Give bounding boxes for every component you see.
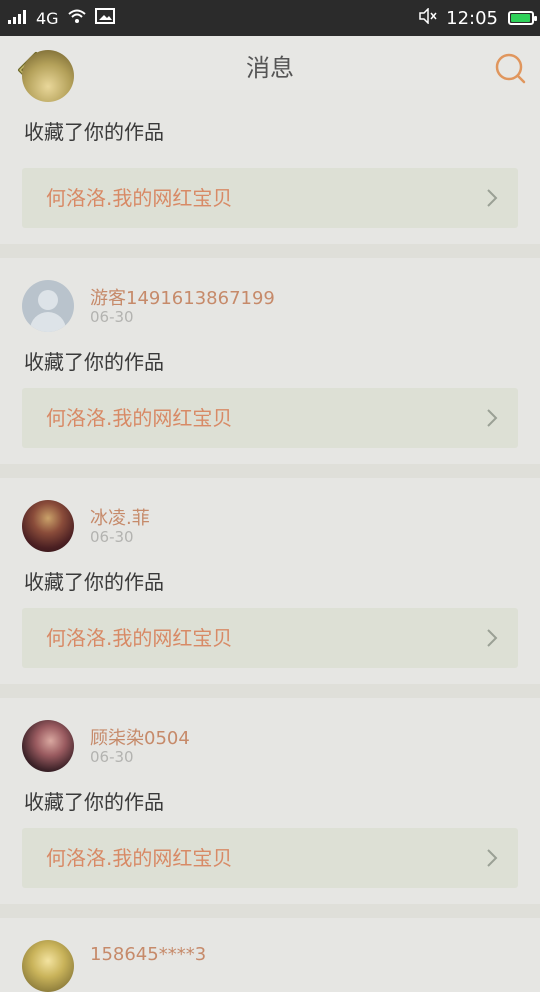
work-title: 何洛洛.我的网红宝贝 xyxy=(46,186,233,210)
work-title: 何洛洛.我的网红宝贝 xyxy=(46,626,233,650)
message-item[interactable]: 收藏了你的作品 何洛洛.我的网红宝贝 xyxy=(0,50,540,240)
message-action: 收藏了你的作品 xyxy=(24,120,164,144)
message-item[interactable]: 顾柒染0504 06-30 收藏了你的作品 何洛洛.我的网红宝贝 xyxy=(0,698,540,904)
avatar[interactable] xyxy=(22,720,74,772)
chevron-right-icon xyxy=(487,409,498,427)
divider xyxy=(0,684,540,698)
username[interactable]: 冰凌.菲 xyxy=(90,504,150,530)
status-left: 4G xyxy=(8,8,115,28)
battery-icon xyxy=(508,11,537,25)
message-action: 收藏了你的作品 xyxy=(24,790,164,814)
status-right: 12:05 xyxy=(418,7,537,29)
status-bar: 4G 12:05 xyxy=(0,0,540,36)
username[interactable]: 游客1491613867199 xyxy=(90,284,275,310)
wifi-icon xyxy=(67,8,87,28)
network-type: 4G xyxy=(36,8,59,28)
message-date: 06-30 xyxy=(90,528,134,546)
signal-icon xyxy=(8,9,28,28)
avatar xyxy=(22,50,74,102)
chevron-right-icon xyxy=(487,849,498,867)
message-action: 收藏了你的作品 xyxy=(24,570,164,594)
work-title: 何洛洛.我的网红宝贝 xyxy=(46,406,233,430)
message-date: 06-30 xyxy=(90,748,134,766)
mute-icon xyxy=(418,7,438,28)
work-title: 何洛洛.我的网红宝贝 xyxy=(46,846,233,870)
username[interactable]: 158645****3 xyxy=(90,944,206,965)
clock: 12:05 xyxy=(446,7,498,29)
avatar[interactable] xyxy=(22,280,74,332)
message-item[interactable]: 冰凌.菲 06-30 收藏了你的作品 何洛洛.我的网红宝贝 xyxy=(0,478,540,684)
image-notification-icon xyxy=(94,8,115,28)
message-item[interactable]: 游客1491613867199 06-30 收藏了你的作品 何洛洛.我的网红宝贝 xyxy=(0,258,540,464)
divider xyxy=(0,244,540,258)
search-icon xyxy=(495,53,526,84)
divider xyxy=(0,904,540,918)
message-date: 06-30 xyxy=(90,308,134,326)
divider xyxy=(0,464,540,478)
chevron-right-icon xyxy=(487,189,498,207)
username[interactable]: 顾柒染0504 xyxy=(90,724,190,750)
work-link[interactable]: 何洛洛.我的网红宝贝 xyxy=(22,388,518,448)
avatar[interactable] xyxy=(22,940,74,992)
chevron-right-icon xyxy=(487,629,498,647)
avatar[interactable] xyxy=(22,500,74,552)
search-button[interactable] xyxy=(492,50,528,86)
work-link[interactable]: 何洛洛.我的网红宝贝 xyxy=(22,608,518,668)
message-action: 收藏了你的作品 xyxy=(24,350,164,374)
work-link[interactable]: 何洛洛.我的网红宝贝 xyxy=(22,828,518,888)
message-item[interactable]: 158645****3 xyxy=(0,918,540,992)
work-link[interactable]: 何洛洛.我的网红宝贝 xyxy=(22,168,518,228)
